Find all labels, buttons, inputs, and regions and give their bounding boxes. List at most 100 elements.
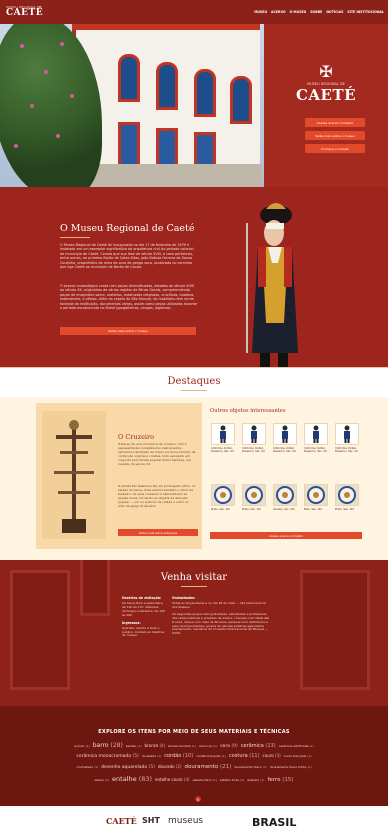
tag-count: (1)	[212, 778, 217, 782]
tag-count: (2)	[175, 764, 182, 769]
material-tag-link[interactable]: estalho forte (1)	[220, 778, 244, 782]
material-tag-link[interactable]: cordão trançado (1)	[196, 754, 226, 758]
material-tag-link[interactable]: cerâmica monocromada (5)	[76, 754, 138, 759]
tag-count: (1)	[260, 778, 265, 782]
material-tag-link[interactable]: couro (3)	[263, 753, 281, 758]
footer-logo-brasil[interactable]: BRASIL	[252, 816, 296, 829]
object-thumbnail[interactable]: Prato, Séc. XIX	[242, 484, 266, 511]
menu-item-museu[interactable]: MUSEU	[254, 10, 267, 14]
material-tag-link[interactable]: entalhe (83)	[112, 775, 152, 783]
object-thumbnail[interactable]: Prato, Séc. XIX	[335, 484, 359, 511]
tag-label: crochetado	[76, 765, 93, 769]
material-tag-link[interactable]: estanho (1)	[247, 778, 264, 782]
cross-icon: ✠	[319, 62, 333, 81]
tag-label: couro trançado	[283, 754, 307, 758]
tag-label: cerâmica	[240, 743, 264, 749]
tag-label: estalho ferro	[192, 778, 212, 782]
object-thumbnail[interactable]: Bule, Séc. XIX	[304, 484, 328, 511]
site-logo[interactable]: MUSEU REGIONAL DE CAETÉ	[6, 6, 43, 18]
free-text-1: Todas as terças-feiras e no dia 18 de ma…	[172, 601, 266, 609]
uniform-drawing-image	[211, 423, 235, 445]
full-collection-button[interactable]: Acesse acervo completo	[210, 532, 362, 539]
tag-label: estalho forte	[219, 778, 239, 782]
tag-label: cordão trançado	[196, 754, 221, 758]
material-tag-link[interactable]: entalhe couro (4)	[155, 777, 190, 782]
menu-item-acervo[interactable]: ACERVO	[271, 10, 286, 14]
footer-logo-museus[interactable]: museus	[168, 816, 203, 826]
tag-count: (1)	[307, 754, 312, 758]
menu-item-sobre[interactable]: SOBRE	[310, 10, 322, 14]
cruzeiro-image	[54, 420, 94, 533]
object-thumbnail[interactable]: Uniforme militar, Desenho, Séc. XX	[335, 423, 359, 453]
material-tag-link[interactable]: cera (9)	[220, 744, 238, 749]
tag-count: (5)	[148, 765, 155, 770]
about-section: O Museu Regional de Caeté O Museu Region…	[0, 187, 388, 367]
object-caption: Uniforme militar, Desenho, Séc. XX	[242, 447, 265, 454]
uniform-drawing-image	[242, 423, 266, 445]
tag-count: (11)	[249, 753, 260, 759]
visit-free-column: Gratuidades: Todas as terças-feiras e no…	[172, 596, 270, 639]
featured-item-button[interactable]: Saiba mais sobre esta peça	[118, 529, 198, 536]
material-tag-link[interactable]: desenho aquarelado (5)	[101, 765, 155, 770]
tag-label: desenho aquarelado	[101, 765, 148, 770]
material-tag-link[interactable]: estalho ferro (1)	[193, 778, 217, 782]
object-thumbnail[interactable]: Uniforme militar, Desenho, Séc. XX	[211, 423, 235, 453]
tag-label: bambu	[125, 744, 137, 748]
material-tag-link[interactable]: cerâmica vitrificada (1)	[279, 744, 314, 748]
object-caption: Uniforme militar, Desenho, Séc. XX	[304, 447, 327, 454]
close-icon[interactable]: ×	[195, 796, 201, 802]
material-tag-link[interactable]: barro (28)	[93, 742, 123, 749]
tag-label: estanho	[247, 778, 260, 782]
museum-logo: ✠ MUSEU REGIONAL DE CAETÉ	[294, 62, 358, 105]
material-tag-link[interactable]: dourado (2)	[158, 764, 182, 769]
material-tag-link[interactable]: camurça (1)	[199, 744, 217, 748]
cruzeiro-photo[interactable]	[42, 411, 106, 539]
menu-item-o-museu[interactable]: O MUSEU	[290, 10, 307, 14]
tag-label: couro	[262, 753, 274, 758]
object-thumbnail[interactable]: Uniforme militar, Desenho, Séc. XX	[304, 423, 328, 453]
object-thumbnail[interactable]: Uniforme militar, Desenho, Séc. XX	[273, 423, 297, 453]
material-tag-link[interactable]: açúcar (1)	[74, 744, 89, 748]
object-caption: Prato, Séc. XIX	[211, 508, 231, 511]
material-tag-link[interactable]: ferro (15)	[267, 777, 293, 783]
material-tag-link[interactable]: ebano (1)	[94, 778, 109, 782]
object-thumbnail[interactable]: Prato, Séc. XIX	[211, 484, 235, 511]
material-tag-link[interactable]: cerâmica (13)	[241, 743, 276, 749]
material-tag-link[interactable]: douramento (21)	[185, 764, 232, 770]
tag-label: bronze	[144, 743, 159, 748]
object-thumbnail[interactable]: Uniforme militar, Desenho, Séc. XX	[242, 423, 266, 453]
material-tag-link[interactable]: cordão (10)	[164, 753, 193, 759]
about-more-button[interactable]: Saiba mais sobre o museu	[60, 327, 196, 335]
material-tag-link[interactable]: bronze (4)	[145, 743, 166, 748]
material-tag-link[interactable]: douramento fosco (1)	[234, 765, 267, 769]
footer-logo-sht[interactable]: SHT	[142, 816, 160, 825]
museum-building-photo	[0, 24, 264, 187]
object-thumbnail[interactable]: Azulejo, Séc. XIX	[273, 484, 297, 511]
tag-count: (1)	[191, 744, 196, 748]
material-tag-link[interactable]: douramento fosco brilho (1)	[270, 765, 312, 769]
footer-logo-caete[interactable]: CAETÉ	[106, 816, 137, 826]
material-tag-link[interactable]: couro trançado (1)	[284, 754, 312, 758]
main-menu: MUSEU ACERVO O MUSEU SOBRE NOTÍCIAS SITE…	[254, 10, 384, 14]
colecao-button[interactable]: Conheça a coleção	[305, 144, 365, 153]
uniform-drawing-image	[335, 423, 359, 445]
tag-label: cordão	[164, 753, 182, 759]
material-tag-link[interactable]: cinzelado (1)	[142, 754, 161, 758]
tag-label: ebano	[94, 778, 104, 782]
material-tag-link[interactable]: bronze fundido (1)	[168, 744, 196, 748]
acervo-button[interactable]: Acesse acervo completo	[305, 118, 365, 127]
tickets-text: Gratuito. Aberto a todo o público. Conta…	[122, 625, 165, 638]
featured-item-card: O Cruzeiro Trata-se de uma miniatura de …	[36, 403, 202, 549]
tag-count: (5)	[132, 754, 139, 759]
material-tag-link[interactable]: crochetado (1)	[76, 765, 98, 769]
tag-count: (28)	[110, 742, 123, 749]
tag-label: barro	[92, 742, 109, 749]
tag-label: bronze fundido	[168, 744, 191, 748]
saiba-mais-button[interactable]: Saiba mais sobre o museu	[305, 131, 365, 140]
menu-item-noticias[interactable]: NOTÍCIAS	[326, 10, 343, 14]
object-caption: Uniforme militar, Desenho, Séc. XX	[335, 447, 358, 454]
material-tag-link[interactable]: bambu (1)	[126, 744, 142, 748]
material-tag-link[interactable]: costura (11)	[229, 753, 260, 759]
visit-hours-column: Horários de visitação: De terça-feira a …	[122, 596, 168, 641]
menu-item-site-institucional[interactable]: SITE INSTITUCIONAL	[347, 10, 384, 14]
